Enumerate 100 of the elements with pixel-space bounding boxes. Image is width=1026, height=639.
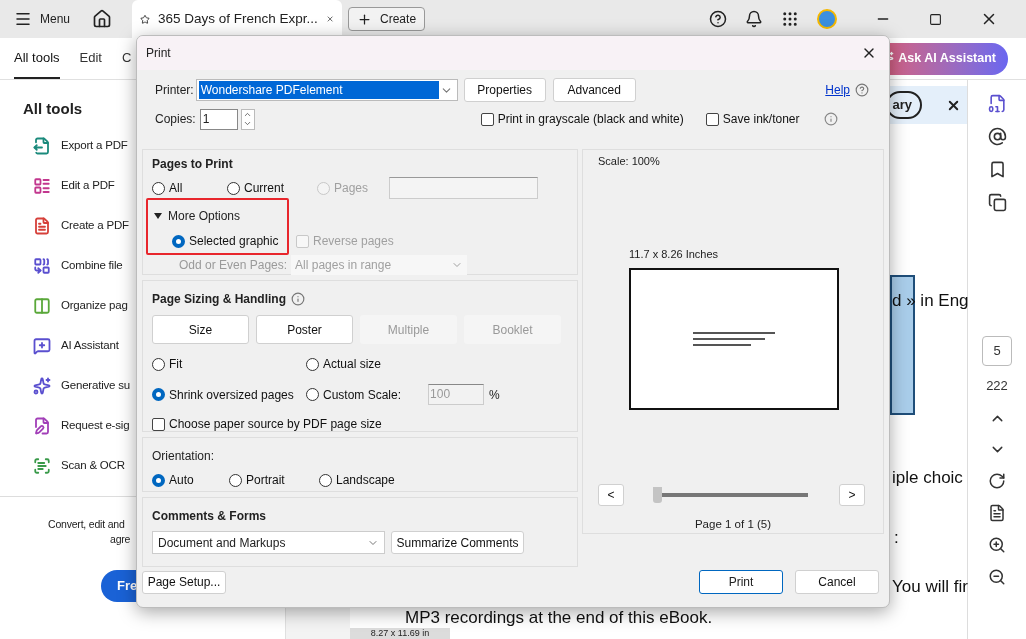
sidebar-item[interactable]: Generative su <box>33 375 130 397</box>
radio-button[interactable] <box>152 181 165 195</box>
radio-label: Portrait <box>246 472 285 489</box>
section-title: Comments & Forms <box>152 508 268 525</box>
radio-label: Auto <box>169 472 194 489</box>
toolbar-tab[interactable]: All tools <box>14 38 60 79</box>
sidebar-item[interactable]: Scan & OCR <box>33 455 125 477</box>
radio-label: Landscape <box>336 472 395 489</box>
sidebar-item[interactable]: Organize pag <box>33 295 128 317</box>
copies-label: Copies: <box>155 111 196 128</box>
checkbox-label: Reverse pages <box>313 233 394 250</box>
radio-button[interactable] <box>229 473 242 487</box>
percent-sign: % <box>489 386 500 404</box>
sidebar-item[interactable]: Request e-sig <box>33 415 130 437</box>
section-title: Page Sizing & Handling <box>152 291 286 308</box>
properties-button[interactable]: Properties <box>463 78 546 102</box>
toolbar-tab[interactable]: C <box>121 38 132 79</box>
radio-button[interactable] <box>306 357 319 371</box>
copies-spinner[interactable] <box>240 108 255 130</box>
sidebar-item[interactable]: Combine file <box>33 255 123 277</box>
radio-button[interactable] <box>152 473 165 487</box>
checkbox[interactable] <box>152 417 165 431</box>
rotate-icon[interactable] <box>988 471 1006 490</box>
document-text: : <box>894 527 899 549</box>
mode-button[interactable]: Poster <box>256 315 353 344</box>
page-count: 222 <box>986 377 1008 395</box>
radio-label: Custom Scale: <box>323 386 402 404</box>
cancel-button[interactable]: Cancel <box>795 570 879 594</box>
document-text: MP3 recordings at the end of this eBook. <box>405 608 713 628</box>
printer-label: Printer: <box>155 82 194 99</box>
toolbar-tab[interactable]: Edit <box>79 38 102 79</box>
menu-button[interactable]: Menu <box>14 10 71 28</box>
radio-label: Pages <box>334 180 369 197</box>
sidebar-item[interactable]: Edit a PDF <box>33 175 115 197</box>
radio-label: Current <box>244 180 284 197</box>
next-page-button[interactable]: > <box>839 483 865 506</box>
radio-label: Selected graphic <box>189 233 279 250</box>
zoom-out-icon[interactable] <box>988 567 1006 586</box>
advanced-button[interactable]: Advanced <box>552 78 636 102</box>
help-icon[interactable] <box>709 10 727 28</box>
info-icon[interactable] <box>291 292 305 306</box>
radio-button[interactable] <box>306 388 319 401</box>
radio-button[interactable] <box>227 181 240 195</box>
section-title: Orientation: <box>152 448 216 465</box>
promo-text: Convert, edit and <box>48 516 125 532</box>
actual-size-icon[interactable] <box>988 503 1006 522</box>
plus-icon <box>357 11 373 27</box>
radio-label: Fit <box>169 356 183 373</box>
more-options-toggle[interactable]: More Options <box>154 207 568 225</box>
radio-button[interactable] <box>319 473 332 487</box>
sidebar-item[interactable]: AI Assistant <box>33 335 119 357</box>
radio-button[interactable] <box>152 388 165 401</box>
page-setup-button[interactable]: Page Setup... <box>142 570 226 594</box>
comments-select[interactable]: Document and Markups <box>152 531 385 554</box>
triangle-icon <box>154 213 162 219</box>
previous-page-button[interactable]: < <box>598 483 624 506</box>
document-tab[interactable]: 365 Days of French Expr... <box>132 0 343 38</box>
page-size-label: 8.27 x 11.69 in <box>350 628 450 639</box>
home-icon[interactable] <box>92 9 113 29</box>
radio-button[interactable] <box>172 234 185 248</box>
bell-icon[interactable] <box>745 10 763 28</box>
checkbox-label: Print in grayscale (black and white) <box>497 111 684 128</box>
scale-label: Scale: 100% <box>598 154 661 169</box>
create-button[interactable]: Create <box>348 7 426 31</box>
paper-size-label: 11.7 x 8.26 Inches <box>629 246 720 262</box>
help-link[interactable]: Help <box>825 81 850 99</box>
promo-text: agre <box>110 532 131 548</box>
printer-select[interactable]: Wondershare PDFelement <box>195 79 458 101</box>
checkbox[interactable] <box>705 112 719 126</box>
summary-icon[interactable] <box>987 94 1007 113</box>
odd-even-label: Odd or Even Pages: <box>179 257 288 274</box>
sidebar-item[interactable]: Create a PDF <box>33 215 129 237</box>
checkbox-label: Save ink/toner <box>722 111 800 128</box>
radio-label: All <box>169 180 183 197</box>
menu-icon <box>14 10 32 28</box>
slider-thumb[interactable] <box>653 486 662 503</box>
comment-icon[interactable] <box>987 127 1007 146</box>
page-number-field[interactable]: 5 <box>982 336 1012 366</box>
print-button[interactable]: Print <box>699 570 783 594</box>
sidebar-title: All tools <box>23 99 83 119</box>
radio-button[interactable] <box>152 357 165 371</box>
info-icon[interactable] <box>823 112 838 126</box>
checkbox[interactable] <box>480 112 494 126</box>
copies-field[interactable]: 1 <box>199 108 238 130</box>
summarize-comments-button[interactable]: Summarize Comments <box>391 531 524 554</box>
document-text: iple choic <box>892 467 963 489</box>
zoom-in-icon[interactable] <box>988 535 1006 554</box>
avatar[interactable] <box>817 9 837 29</box>
mode-button[interactable]: Size <box>152 315 249 344</box>
page-info: Page 1 of 1 (5) <box>694 516 772 532</box>
pages-icon[interactable] <box>987 193 1007 212</box>
maximize-icon[interactable] <box>929 12 942 26</box>
checkbox-label: Choose paper source by PDF page size <box>169 416 382 433</box>
section-title: Pages to Print <box>152 156 234 173</box>
apps-icon[interactable] <box>781 10 799 28</box>
document-text: You will fir <box>892 576 968 598</box>
pages-field[interactable] <box>389 177 538 199</box>
dialog-title: Print <box>146 45 171 62</box>
radio-label: Actual size <box>323 356 382 373</box>
sidebar-item[interactable]: Export a PDF <box>33 135 128 157</box>
